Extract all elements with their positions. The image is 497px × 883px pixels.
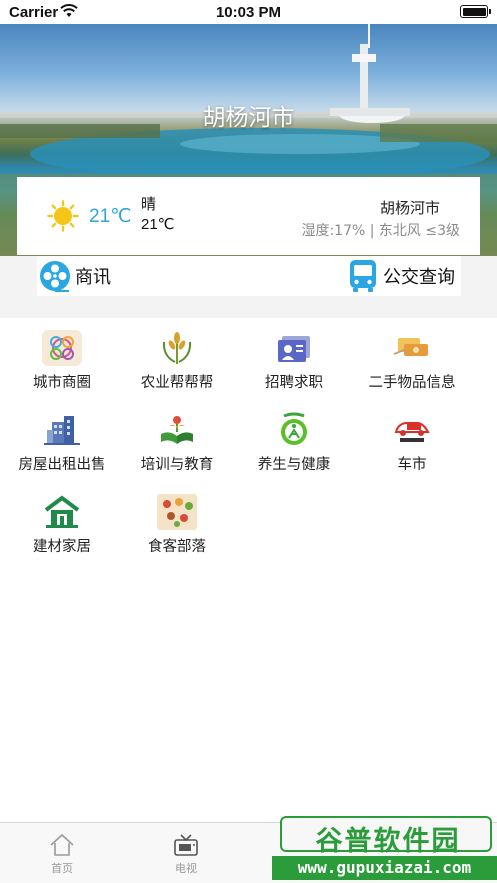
weather-card[interactable]: 21℃ 晴 21℃ 胡杨河市 湿度:17% | 东北风 ≤3级 [17, 177, 480, 255]
watermark-url: www.gupuxiazai.com [272, 856, 497, 880]
watermark-title: 谷普软件园 [315, 826, 461, 857]
tab-tv[interactable]: 电视 [124, 833, 248, 876]
film-reel-icon [40, 261, 70, 292]
category-label: 房屋出租出售 [18, 457, 106, 473]
watermark-title-box: 谷普软件园 [280, 816, 492, 857]
category-home-building[interactable]: 建材家居 [0, 494, 124, 564]
weather-condition: 晴 [141, 195, 157, 213]
weather-city: 胡杨河市 [379, 199, 440, 217]
category-food[interactable]: 食客部落 [115, 494, 239, 564]
tab-home[interactable]: 首页 [0, 833, 124, 876]
book-icon [161, 416, 193, 444]
wheat-icon [162, 332, 192, 364]
category-label: 城市商圈 [33, 375, 91, 391]
bus-query-link[interactable]: 公交查询 [347, 260, 455, 292]
tv-icon [174, 834, 198, 856]
category-real-estate[interactable]: 房屋出租出售 [0, 412, 124, 482]
current-temperature: 21℃ [89, 206, 132, 227]
temperature-range: 21℃ [141, 216, 175, 233]
weather-detail: 湿度:17% | 东北风 ≤3级 [301, 223, 460, 239]
watermark-logo: 谷普软件园 www.gupuxiazai.com [272, 816, 497, 883]
category-second-hand[interactable]: 二手物品信息 [350, 330, 474, 400]
category-label: 培训与教育 [140, 457, 214, 473]
sun-icon [47, 200, 79, 232]
tab-home-label: 首页 [51, 862, 73, 875]
category-label: 建材家居 [33, 539, 91, 555]
bus-icon [350, 260, 376, 292]
status-bar: Carrier 10:03 PM [0, 0, 497, 24]
category-label: 农业帮帮帮 [140, 375, 214, 391]
category-city-circle[interactable]: 城市商圈 [0, 330, 124, 400]
bus-query-label: 公交查询 [383, 267, 455, 288]
handshake-icon [393, 338, 428, 356]
category-label: 养生与健康 [257, 457, 331, 473]
clock: 10:03 PM [215, 4, 282, 21]
city-circle-icon [42, 330, 82, 366]
category-education[interactable]: 培训与教育 [115, 412, 239, 482]
id-card-icon [278, 336, 310, 362]
category-car-market[interactable]: 车市 [350, 412, 474, 482]
news-link-label: 商讯 [75, 267, 111, 288]
tab-tv-label: 电视 [175, 862, 197, 875]
category-label: 车市 [397, 457, 427, 473]
food-icon [157, 494, 197, 530]
quick-links: 商讯 公交查询 [37, 256, 461, 296]
category-label: 食客部落 [148, 539, 206, 555]
category-health[interactable]: 养生与健康 [232, 412, 356, 482]
health-icon [281, 412, 307, 445]
car-icon [394, 422, 430, 442]
home-icon [50, 833, 74, 856]
category-jobs[interactable]: 招聘求职 [232, 330, 356, 400]
quick-links-bar: 商讯 公交查询 [0, 256, 497, 318]
battery-icon [460, 5, 491, 18]
building-icon [44, 416, 80, 445]
city-title: 胡杨河市 [202, 105, 295, 131]
house-icon [44, 495, 80, 528]
category-label: 二手物品信息 [368, 375, 456, 391]
category-agriculture[interactable]: 农业帮帮帮 [115, 330, 239, 400]
category-label: 招聘求职 [265, 375, 323, 391]
news-link[interactable]: 商讯 [39, 261, 111, 292]
